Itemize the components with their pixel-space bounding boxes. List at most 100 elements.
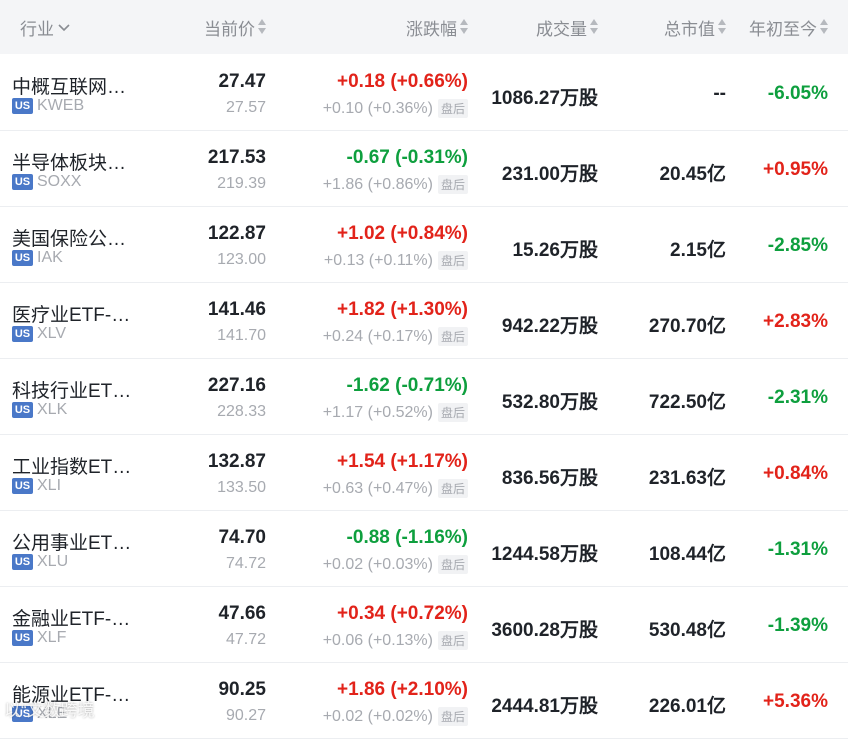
industry-name: 工业指数ET… (12, 457, 132, 478)
price-change: +0.34 (+0.72%) (337, 603, 468, 624)
sort-icon (460, 19, 468, 35)
after-hours-change: +0.06 (+0.13%) 盘后 (323, 631, 468, 650)
ytd-change: -6.05% (767, 83, 828, 104)
after-hours-change: +1.17 (+0.52%) 盘后 (323, 403, 468, 422)
table-row[interactable]: 美国保险公… US IAK 122.87 123.00 +1.02 (+0.84… (0, 207, 848, 283)
current-price: 122.87 (207, 223, 266, 244)
after-hours-change: +0.13 (+0.11%) 盘后 (324, 251, 468, 270)
after-hours-tag: 盘后 (437, 631, 468, 650)
after-hours-tag: 盘后 (437, 403, 468, 422)
after-hours-tag: 盘后 (437, 327, 468, 346)
ticker-symbol: XLV (37, 325, 67, 342)
market-cap-column-header[interactable]: 总市值 (664, 0, 726, 54)
market-cap-value: 231.63亿 (648, 468, 726, 489)
ytd-change: -1.31% (767, 539, 828, 560)
volume-column-header[interactable]: 成交量 (536, 0, 598, 54)
market-cap-value: 722.50亿 (648, 392, 726, 413)
ticker-line: US KWEB (12, 97, 84, 115)
ticker-symbol: IAK (37, 249, 63, 266)
after-hours-price: 47.72 (225, 631, 266, 648)
table-row[interactable]: 能源业ETF-… US XLE 90.25 90.27 +1.86 (+2.10… (0, 663, 848, 739)
market-badge: US (12, 554, 33, 570)
after-hours-change: +0.10 (+0.36%) 盘后 (323, 99, 468, 118)
current-price: 90.25 (218, 679, 266, 700)
ticker-symbol: XLU (37, 553, 69, 570)
table-row[interactable]: 中概互联网… US KWEB 27.47 27.57 +0.18 (+0.66%… (0, 55, 848, 131)
volume-value: 15.26万股 (512, 240, 598, 261)
after-hours-change-value: +0.63 (+0.47%) (322, 479, 433, 497)
ticker-line: US XLI (12, 477, 61, 495)
volume-header-label: 成交量 (536, 19, 587, 39)
after-hours-tag: 盘后 (437, 479, 468, 498)
volume-value: 1086.27万股 (491, 88, 598, 109)
ticker-symbol: XLK (37, 401, 68, 418)
table-row[interactable]: 工业指数ET… US XLI 132.87 133.50 +1.54 (+1.1… (0, 435, 848, 511)
after-hours-price: 219.39 (217, 175, 266, 192)
ticker-line: US XLU (12, 553, 68, 571)
market-badge: US (12, 250, 33, 266)
table-row[interactable]: 科技行业ET… US XLK 227.16 228.33 -1.62 (-0.7… (0, 359, 848, 435)
ticker-line: US SOXX (12, 173, 81, 191)
market-cap-value: 108.44亿 (648, 544, 726, 565)
price-change: +0.18 (+0.66%) (337, 71, 468, 92)
after-hours-price: 74.72 (225, 555, 266, 572)
table-row[interactable]: 公用事业ET… US XLU 74.70 74.72 -0.88 (-1.16%… (0, 511, 848, 587)
ytd-change: +0.95% (763, 159, 828, 180)
after-hours-price: 228.33 (217, 403, 266, 420)
after-hours-change: +0.63 (+0.47%) 盘后 (323, 479, 468, 498)
table-row[interactable]: 金融业ETF-… US XLF 47.66 47.72 +0.34 (+0.72… (0, 587, 848, 663)
after-hours-price: 123.00 (217, 251, 266, 268)
price-column-header[interactable]: 当前价 (204, 0, 266, 54)
volume-value: 2444.81万股 (491, 696, 598, 717)
after-hours-price: 27.57 (225, 99, 266, 116)
current-price: 27.47 (218, 71, 266, 92)
price-header-label: 当前价 (204, 19, 255, 39)
current-price: 74.70 (218, 527, 266, 548)
ytd-change: -2.31% (767, 387, 828, 408)
industry-column-header[interactable]: 行业 (20, 0, 70, 54)
industry-name: 美国保险公… (12, 229, 127, 250)
after-hours-tag: 盘后 (437, 175, 468, 194)
industry-name: 科技行业ET… (12, 381, 132, 402)
market-cap-value: 530.48亿 (648, 620, 726, 641)
after-hours-change: +0.02 (+0.03%) 盘后 (323, 555, 468, 574)
after-hours-price: 90.27 (225, 707, 266, 724)
after-hours-change: +0.02 (+0.02%) 盘后 (323, 707, 468, 726)
after-hours-change-value: +1.17 (+0.52%) (322, 403, 433, 421)
after-hours-tag: 盘后 (437, 555, 468, 574)
change-header-label: 涨跌幅 (406, 19, 457, 39)
ytd-column-header[interactable]: 年初至今 (749, 0, 828, 54)
industry-name: 公用事业ET… (12, 533, 132, 554)
after-hours-price: 141.70 (217, 327, 266, 344)
market-cap-value: 226.01亿 (648, 696, 726, 717)
ticker-symbol: XLI (37, 477, 62, 494)
market-badge: US (12, 98, 33, 114)
market-badge: US (12, 326, 33, 342)
ticker-line: US XLF (12, 629, 66, 647)
etf-table-body: 中概互联网… US KWEB 27.47 27.57 +0.18 (+0.66%… (0, 55, 848, 739)
industry-header-label: 行业 (20, 19, 54, 39)
market-cap-value: -- (713, 83, 726, 104)
price-change: +1.54 (+1.17%) (337, 451, 468, 472)
ytd-change: -1.39% (767, 615, 828, 636)
industry-name: 半导体板块… (12, 153, 127, 174)
sort-icon (718, 19, 726, 35)
ytd-change: +5.36% (763, 691, 828, 712)
table-row[interactable]: 半导体板块… US SOXX 217.53 219.39 -0.67 (-0.3… (0, 131, 848, 207)
after-hours-change-value: +0.13 (+0.11%) (323, 251, 433, 269)
sort-icon (590, 19, 598, 35)
current-price: 217.53 (207, 147, 266, 168)
after-hours-change-value: +0.02 (+0.03%) (322, 555, 433, 573)
market-badge: US (12, 478, 33, 494)
after-hours-change: +0.24 (+0.17%) 盘后 (323, 327, 468, 346)
chevron-down-icon (58, 17, 70, 37)
current-price: 47.66 (218, 603, 266, 624)
volume-value: 836.56万股 (501, 468, 598, 489)
current-price: 227.16 (207, 375, 266, 396)
price-change: +1.02 (+0.84%) (337, 223, 468, 244)
market-cap-header-label: 总市值 (664, 19, 715, 39)
change-column-header[interactable]: 涨跌幅 (406, 0, 468, 54)
price-change: -0.88 (-1.16%) (346, 527, 468, 548)
table-row[interactable]: 医疗业ETF-… US XLV 141.46 141.70 +1.82 (+1.… (0, 283, 848, 359)
market-cap-value: 270.70亿 (648, 316, 726, 337)
